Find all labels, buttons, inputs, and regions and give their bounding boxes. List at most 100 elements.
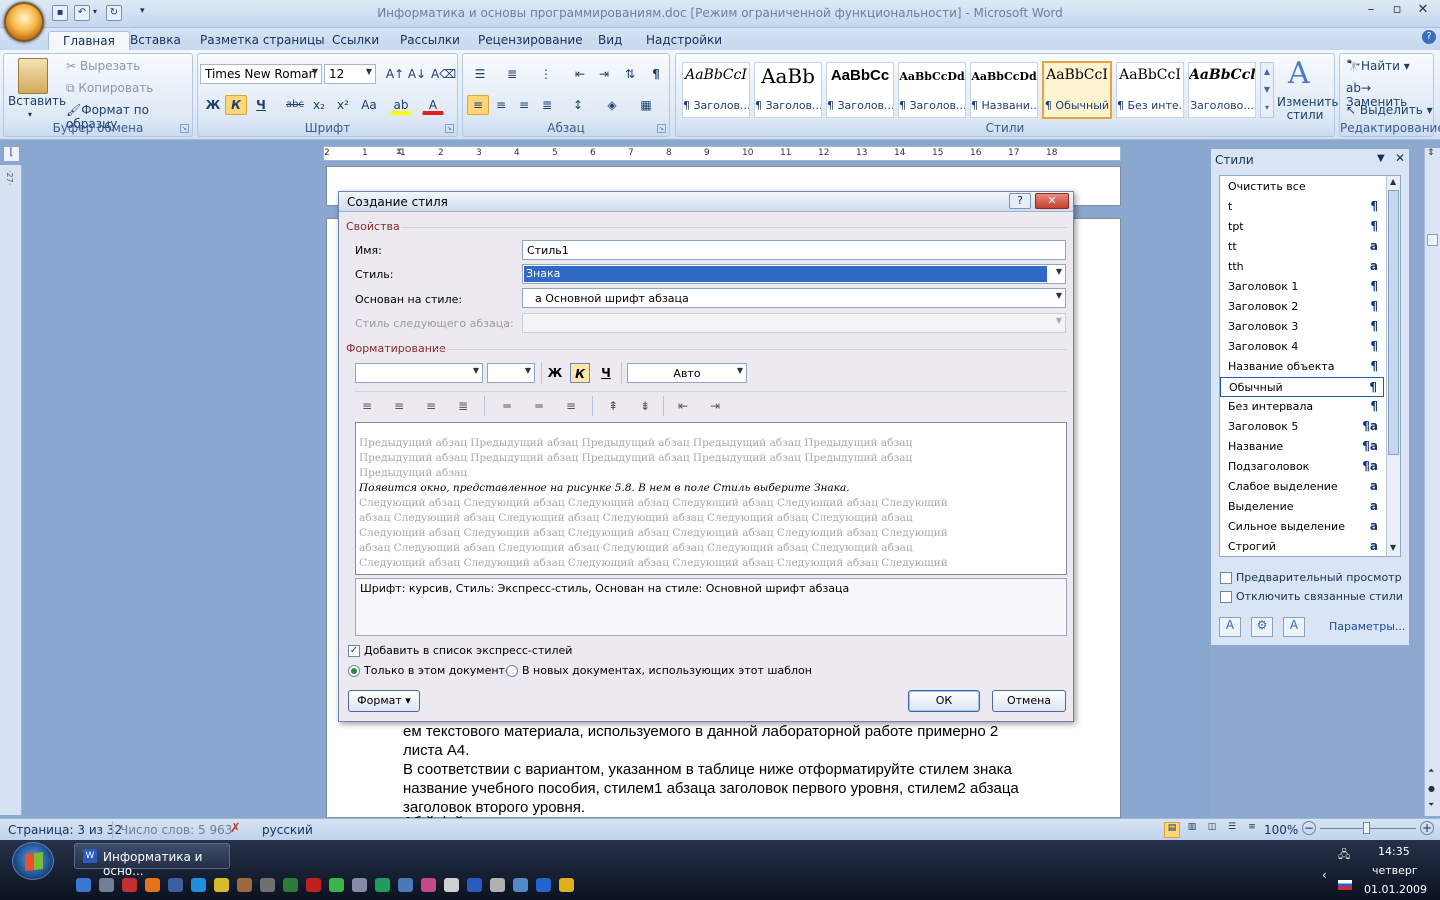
quick-launch-app-icon[interactable]: [398, 878, 413, 892]
style-list-item[interactable]: tth a: [1220, 257, 1384, 277]
tab-addins[interactable]: Надстройки: [632, 31, 736, 50]
justify-icon[interactable]: ≣: [536, 95, 558, 115]
outline-icon[interactable]: ☰: [1224, 822, 1240, 838]
dialog-launcher-icon[interactable]: ↘: [657, 124, 666, 133]
taskbar-item-word[interactable]: W Информатика и осно...: [74, 843, 230, 878]
single-spacing-icon[interactable]: ═: [497, 396, 517, 416]
style-list-item[interactable]: tt a: [1220, 237, 1384, 257]
language-indicator[interactable]: русский: [262, 823, 313, 837]
disable-linked-checkbox[interactable]: [1220, 591, 1232, 603]
quick-launch-app-icon[interactable]: [76, 878, 91, 892]
scroll-thumb[interactable]: [1388, 190, 1399, 455]
manage-styles-icon[interactable]: A: [1283, 617, 1305, 637]
page-indicator[interactable]: Страница: 3 из 32: [8, 823, 122, 837]
style-list-item[interactable]: Очистить все: [1220, 177, 1384, 197]
onehalf-spacing-icon[interactable]: ═: [529, 396, 549, 416]
underline-button[interactable]: Ч: [250, 95, 272, 115]
new-style-icon[interactable]: A: [1219, 617, 1241, 637]
style-gallery-item[interactable]: AaBbCcDd ¶ Названи...: [970, 62, 1038, 118]
language-flag-icon[interactable]: [1338, 880, 1352, 890]
align-right-icon[interactable]: ≡: [421, 396, 441, 416]
bold-button[interactable]: Ж: [545, 363, 565, 383]
font-color-select[interactable]: Авто ▼: [627, 363, 747, 383]
quick-launch-app-icon[interactable]: [490, 878, 505, 892]
decrease-indent-icon[interactable]: ⇤: [673, 396, 693, 416]
space-after-icon[interactable]: ⇟: [635, 396, 655, 416]
style-list-item[interactable]: Название объекта ¶: [1220, 357, 1384, 377]
quick-launch-app-icon[interactable]: [237, 878, 252, 892]
font-name-combo[interactable]: Times New Roman ▼: [200, 64, 322, 84]
italic-button[interactable]: К: [225, 95, 247, 115]
zoom-slider-thumb[interactable]: [1363, 822, 1370, 834]
zoom-in-icon[interactable]: +: [1420, 821, 1434, 835]
style-list-item[interactable]: t ¶: [1220, 197, 1384, 217]
multilevel-list-icon[interactable]: ⋮: [535, 64, 557, 84]
style-gallery-item[interactable]: AaBbCcl Заголово...: [1188, 62, 1256, 118]
style-type-select[interactable]: Знака ▼: [522, 264, 1066, 284]
quick-launch-app-icon[interactable]: [122, 878, 137, 892]
style-gallery-item[interactable]: AaBbCcI ¶ Без инте...: [1116, 62, 1184, 118]
style-list-item[interactable]: Заголовок 4 ¶: [1220, 337, 1384, 357]
paste-dropdown-icon[interactable]: ▾: [28, 110, 32, 119]
quick-launch-app-icon[interactable]: [375, 878, 390, 892]
ok-button[interactable]: ОК: [908, 690, 980, 712]
align-right-icon[interactable]: ≡: [513, 95, 535, 115]
only-this-document-radio[interactable]: [348, 665, 360, 677]
office-button[interactable]: [4, 2, 44, 42]
change-case-button[interactable]: Aa: [358, 95, 380, 115]
tab-view[interactable]: Вид: [584, 31, 636, 50]
dialog-launcher-icon[interactable]: ↘: [445, 124, 454, 133]
zoom-level[interactable]: 100%: [1264, 823, 1298, 837]
indent-marker-icon[interactable]: ⧗: [396, 147, 405, 161]
quick-launch-app-icon[interactable]: [513, 878, 528, 892]
quick-launch-app-icon[interactable]: [283, 878, 298, 892]
split-icon[interactable]: ⇕: [1427, 148, 1435, 158]
justify-icon[interactable]: ≣: [453, 396, 473, 416]
style-gallery-item[interactable]: AaBbCcI ¶ Заголов...: [682, 62, 750, 118]
bullets-icon[interactable]: ☰: [469, 64, 491, 84]
borders-icon[interactable]: ▦: [635, 95, 657, 115]
decrease-indent-icon[interactable]: ⇤: [569, 64, 591, 84]
subscript-button[interactable]: x₂: [308, 95, 330, 115]
quick-launch-app-icon[interactable]: [444, 878, 459, 892]
undo-icon[interactable]: ↶: [74, 5, 90, 21]
show-marks-icon[interactable]: ¶: [645, 64, 667, 84]
quick-launch-app-icon[interactable]: [214, 878, 229, 892]
dialog-launcher-icon[interactable]: ↘: [180, 124, 189, 133]
quick-launch-app-icon[interactable]: [421, 878, 436, 892]
style-list-item[interactable]: Заголовок 2 ¶: [1220, 297, 1384, 317]
double-spacing-icon[interactable]: ≡: [561, 396, 581, 416]
style-list-item[interactable]: Название ¶a: [1220, 437, 1384, 457]
shading-icon[interactable]: ◈: [601, 95, 623, 115]
pane-menu-icon[interactable]: ▼: [1377, 153, 1385, 164]
style-list-item[interactable]: Слабое выделение a: [1220, 477, 1384, 497]
style-gallery-item-selected[interactable]: AaBbCcI ¶ Обычный: [1042, 61, 1112, 119]
cut-button[interactable]: ✂ Вырезать: [66, 59, 140, 73]
copy-button[interactable]: ⧉ Копировать: [66, 81, 153, 96]
scroll-thumb[interactable]: [1427, 234, 1438, 246]
quick-launch-app-icon[interactable]: [99, 878, 114, 892]
tab-insert[interactable]: Вставка: [116, 31, 195, 50]
cancel-button[interactable]: Отмена: [992, 690, 1066, 712]
next-page-icon[interactable]: ⏷: [1428, 800, 1434, 810]
italic-button[interactable]: К: [570, 363, 590, 383]
style-list-item[interactable]: Заголовок 1 ¶: [1220, 277, 1384, 297]
format-button[interactable]: Формат ▾: [348, 690, 420, 712]
style-list-item[interactable]: Заголовок 3 ¶: [1220, 317, 1384, 337]
redo-icon[interactable]: ↻: [106, 5, 122, 21]
tab-page-layout[interactable]: Разметка страницы: [186, 31, 339, 50]
proofing-icon[interactable]: ✗: [230, 821, 241, 836]
change-styles-button[interactable]: Изменить стили: [1277, 96, 1339, 122]
style-list-item[interactable]: Заголовок 5 ¶a: [1220, 417, 1384, 437]
align-center-icon[interactable]: ≡: [389, 396, 409, 416]
style-gallery-item[interactable]: AaBbCcDd ¶ Заголов...: [898, 62, 966, 118]
tab-review[interactable]: Рецензирование: [464, 31, 597, 50]
strikethrough-button[interactable]: abc: [284, 95, 306, 115]
horizontal-ruler[interactable]: 2 1 1 2 3 4 5 6 7 8 9 10 11 12 13 14 15 16 17 18 ⧗: [323, 146, 1121, 161]
tray-expand-icon[interactable]: ‹: [1322, 868, 1327, 882]
font-name-select[interactable]: ▼: [355, 363, 483, 383]
network-icon[interactable]: 🖧: [1338, 846, 1354, 861]
vertical-scrollbar[interactable]: ⇕ ⏶ ● ⏷: [1424, 148, 1440, 816]
highlight-icon[interactable]: ab: [390, 95, 412, 115]
superscript-button[interactable]: x²: [332, 95, 354, 115]
